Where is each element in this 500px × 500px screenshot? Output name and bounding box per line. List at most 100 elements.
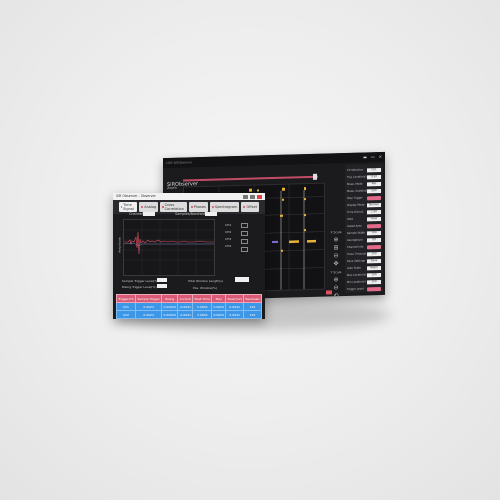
- legend-swatch: [241, 223, 248, 228]
- y-scale-label: Y Scale: [330, 270, 342, 275]
- settings-row: Gated Area: [347, 224, 381, 230]
- table-body: Ch1 0.0024 0.00004 -0.0041 3.0004 0.0004 0.004…: [116, 302, 262, 319]
- settings-field[interactable]: Off: [367, 238, 381, 243]
- window-length-input[interactable]: [235, 277, 249, 282]
- rising-trigger-input[interactable]: [157, 284, 167, 288]
- signal-plot: [123, 219, 215, 276]
- table-row[interactable]: Ch2 0.0024 0.00004 -0.0041 3.0004 0.0004 0.004…: [116, 310, 262, 319]
- minimize-button[interactable]: [243, 194, 248, 199]
- legend-ch2[interactable]: CH2: [225, 230, 231, 234]
- settings-field[interactable]: 100: [367, 280, 381, 285]
- tab-label: Spectrogram: [214, 205, 238, 209]
- settings-field[interactable]: Normal: [367, 203, 381, 208]
- tab-phases[interactable]: Phases: [188, 202, 208, 212]
- table-header-cell[interactable]: Rising: [161, 294, 179, 303]
- table-cell: Ch3: [116, 318, 136, 319]
- channel-label: Channel: [129, 212, 143, 216]
- rising-trigger-label: Rising Trigger Level(%): [122, 285, 157, 289]
- settings-field[interactable]: Width: [367, 266, 381, 271]
- settings-field[interactable]: 100: [367, 252, 381, 257]
- table-header-cell[interactable]: Sample Trigger: [134, 294, 163, 303]
- event-marker: [304, 229, 306, 232]
- back-window-title: LISR SiRObserver: [166, 159, 193, 165]
- settings-toggle[interactable]: [367, 196, 381, 201]
- table-header-cell[interactable]: Current: [177, 294, 194, 303]
- settings-label: Gated Area: [347, 224, 362, 228]
- slider-handle[interactable]: [313, 173, 317, 180]
- tab-time-signal[interactable]: Time Signal: [119, 202, 138, 212]
- table-cell: Ch2: [116, 310, 136, 319]
- table-header-cell[interactable]: Trigger/Ch: [116, 294, 136, 303]
- timeline-slider[interactable]: [183, 175, 318, 182]
- settings-label: Ch Selection: [347, 168, 364, 172]
- settings-label: Min Level(mV): [347, 280, 366, 284]
- settings-toggle[interactable]: [367, 245, 381, 250]
- table-header-cell[interactable]: Peak(mV): [225, 294, 245, 303]
- table-cell: 0.0004: [211, 310, 227, 319]
- settings-label: Trigger Level: [347, 287, 364, 291]
- event-marker: [282, 198, 284, 201]
- settings-field[interactable]: 100: [367, 273, 381, 278]
- close-icon[interactable]: ✕: [379, 154, 382, 159]
- tab-offset[interactable]: Offset: [241, 202, 259, 212]
- tab-label: Phases: [193, 205, 206, 209]
- tab-icon: [162, 206, 164, 208]
- maximize-button[interactable]: [250, 194, 255, 199]
- settings-label: Average(us): [347, 238, 363, 242]
- settings-row: Stop Trigger: [347, 196, 381, 202]
- samples-input[interactable]: [205, 212, 217, 216]
- table-row[interactable]: Ch1 0.0024 0.00004 -0.0041 3.0004 0.0004 0.004…: [116, 302, 262, 311]
- channel-input[interactable]: [143, 212, 155, 216]
- settings-toggle[interactable]: [367, 224, 381, 229]
- zoom-button[interactable]: Zoom: [167, 186, 177, 190]
- table-cell: 0.00004: [161, 302, 179, 311]
- settings-row: Max Level(mV) 100: [347, 273, 381, 279]
- settings-field[interactable]: 1.00: [367, 210, 381, 215]
- table-cell: 3.0004: [192, 318, 213, 319]
- settings-field[interactable]: Save: [367, 259, 381, 264]
- settings-field[interactable]: 0.50: [367, 175, 381, 180]
- sample-trigger-input[interactable]: [157, 278, 167, 282]
- signal-plot-svg: [123, 220, 214, 275]
- table-cell: 0.0024: [134, 302, 163, 311]
- event-marker: [304, 187, 306, 191]
- event-marker: [282, 187, 285, 191]
- settings-field[interactable]: Min: [367, 182, 381, 187]
- table-header-cell[interactable]: Residuals: [243, 294, 262, 303]
- settings-row: Save Settings Save: [347, 259, 381, 265]
- settings-field[interactable]: 700: [367, 231, 381, 236]
- settings-field[interactable]: 500: [367, 189, 381, 194]
- table-header-cell[interactable]: Peak Time: [192, 294, 213, 303]
- table-row[interactable]: Ch30.00240.00004-0.00413.00040.00040.004…: [116, 318, 262, 319]
- front-titlebar: SiR Observer - Observer: [113, 193, 265, 200]
- legend-ch3[interactable]: CH3: [225, 237, 231, 241]
- settings-field[interactable]: Ch1: [367, 168, 381, 173]
- legend-ch1[interactable]: CH1: [225, 223, 231, 227]
- settings-field[interactable]: Hold: [367, 217, 381, 222]
- tab-cross-correlation[interactable]: Cross Correlation: [160, 202, 187, 212]
- tab-spectrogram[interactable]: Spectrogram: [209, 202, 240, 212]
- y-axis-label: Amplitude: [117, 237, 122, 253]
- maximize-icon[interactable]: ▭: [371, 154, 375, 159]
- event-marker: [304, 198, 306, 201]
- record-indicator[interactable]: [326, 290, 332, 295]
- observer-analysis-window: SiR Observer - Observer Time Signal Anal…: [113, 193, 265, 319]
- minimize-icon[interactable]: ▬: [363, 154, 367, 159]
- settings-row: Time Div(us) 1.00: [347, 210, 381, 216]
- legend-swatch: [241, 239, 248, 244]
- legend-ch4[interactable]: CH4: [225, 244, 231, 248]
- settings-label: Trig. Level(mV): [347, 175, 367, 179]
- table-cell: 215: [243, 302, 262, 311]
- table-cell: 0.0024: [134, 310, 163, 319]
- tab-label: Cross Correlation: [164, 203, 184, 211]
- tab-analog[interactable]: Analog: [139, 202, 159, 212]
- table-header-cell[interactable]: Max: [211, 294, 227, 303]
- tab-label: Analog: [144, 205, 157, 209]
- tab-label: Time Signal: [123, 203, 134, 211]
- table-cell: -0.0041: [177, 310, 194, 319]
- settings-row: Trace Time(us) 100: [347, 252, 381, 258]
- event-marker: [281, 249, 283, 252]
- close-button[interactable]: [257, 194, 262, 199]
- tab-icon: [121, 206, 123, 208]
- settings-toggle[interactable]: [367, 287, 381, 292]
